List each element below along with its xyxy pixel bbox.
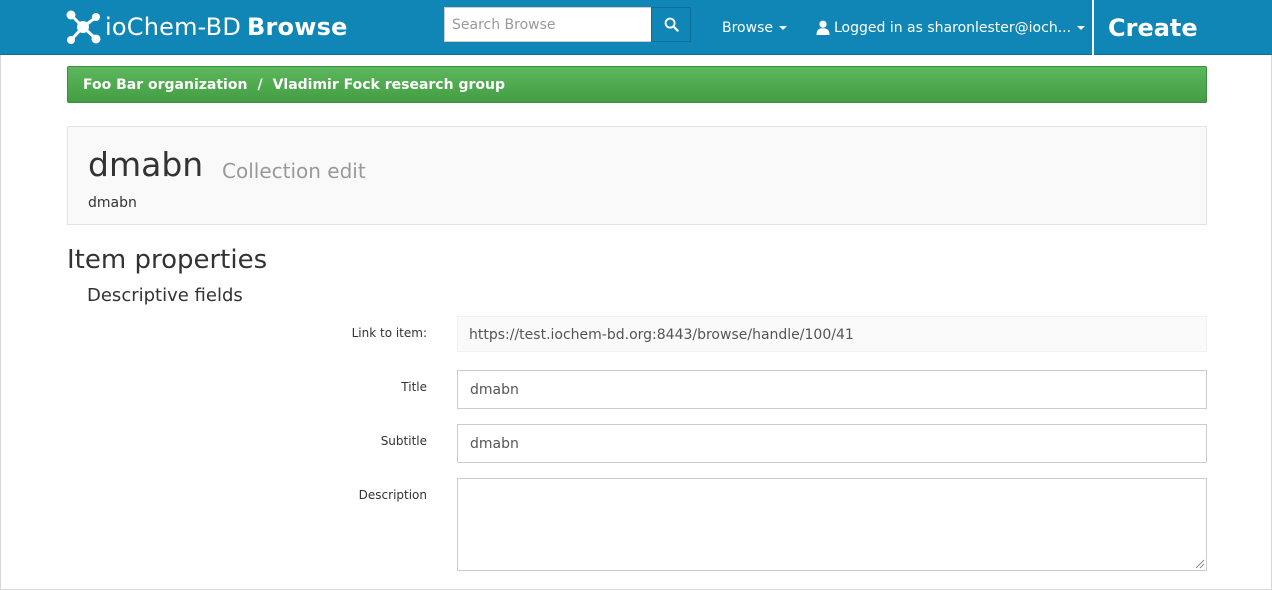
link-label: Link to item: [351,326,427,340]
page-title: dmabn [88,145,204,184]
search-form [444,7,691,42]
section-title: Item properties [67,245,268,275]
subtitle-field[interactable] [457,424,1207,463]
chevron-down-icon [1077,25,1086,30]
search-icon [664,17,679,32]
collection-header: dmabn Collection edit dmabn [67,126,1207,225]
collection-description: dmabn [88,195,137,211]
top-navbar: ioChem-BDBrowse Browse Logged in as shar… [0,0,1272,55]
browse-menu-label: Browse [722,19,773,36]
title-field[interactable] [457,370,1207,409]
page-subtitle: Collection edit [222,159,366,183]
breadcrumb-item-organization[interactable]: Foo Bar organization [83,77,247,93]
subsection-title: Descriptive fields [87,285,243,306]
breadcrumb-item-group[interactable]: Vladimir Fock research group [273,77,505,93]
create-button[interactable]: Create [1094,0,1272,55]
brand-link[interactable]: ioChem-BD Browse [64,7,348,47]
resize-grip-icon[interactable] [1193,557,1205,569]
browse-menu[interactable]: Browse [722,0,787,55]
title-label: Title [401,380,427,394]
brand-text: ioChem-BD Browse [105,13,348,41]
chevron-down-icon [778,25,787,30]
description-label: Description [358,488,427,502]
subtitle-label: Subtitle [380,434,427,448]
description-field[interactable] [457,478,1207,571]
brand-section: Browse [247,13,348,41]
search-button[interactable] [651,7,691,42]
brand-name: ioChem-BD [105,13,242,41]
molecule-logo-icon [66,10,101,44]
user-icon [816,20,830,35]
user-menu[interactable]: Logged in as sharonlester@ioch... [816,0,1086,55]
user-menu-label: Logged in as sharonlester@ioch... [834,19,1072,36]
breadcrumb-separator: / [257,76,263,93]
search-input[interactable] [444,7,651,42]
link-value[interactable]: https://test.iochem-bd.org:8443/browse/h… [457,316,1207,352]
breadcrumb: Foo Bar organization / Vladimir Fock res… [67,66,1207,103]
